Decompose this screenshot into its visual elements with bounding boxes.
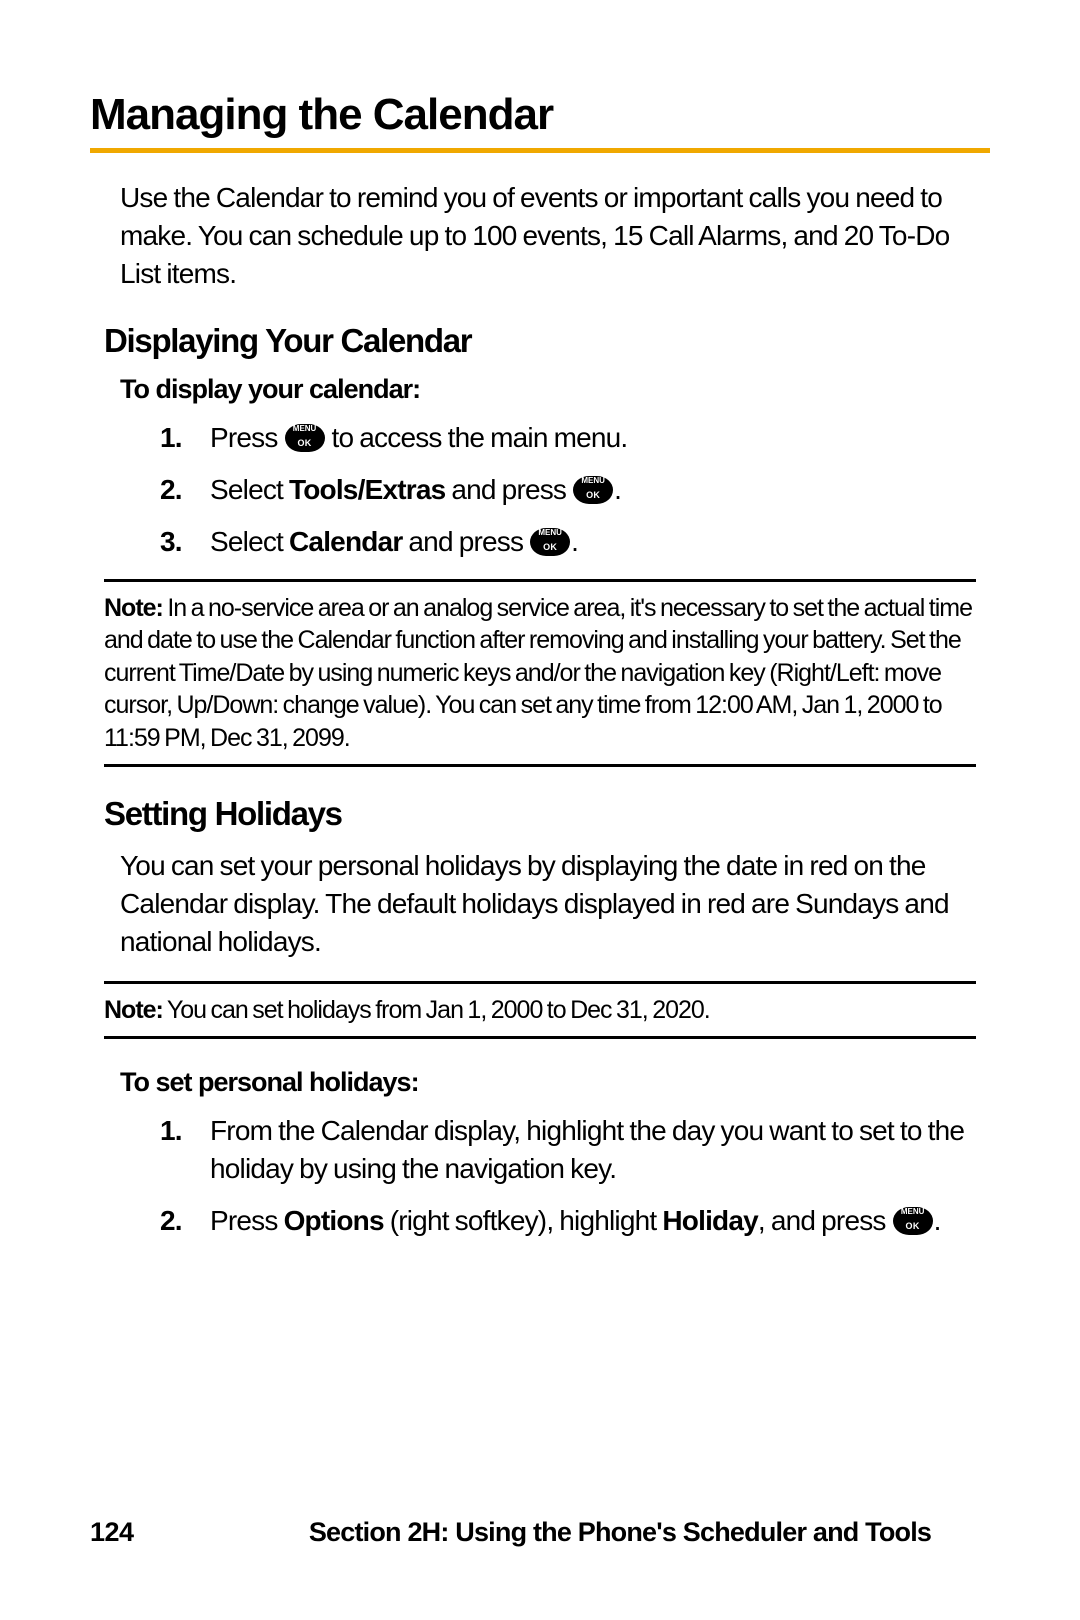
menu-ok-icon (893, 1207, 933, 1235)
step-text: . (614, 474, 621, 505)
step-bold: Holiday (662, 1205, 758, 1236)
page-number: 124 (90, 1517, 250, 1548)
page-title: Managing the Calendar (90, 90, 990, 140)
note-label: Note: (104, 594, 163, 622)
step-text: Press (210, 422, 284, 453)
note-no-service: Note: In a no-service area or an analog … (104, 579, 976, 768)
heading-displaying-calendar: Displaying Your Calendar (104, 322, 990, 360)
note-holidays-range: Note: You can set holidays from Jan 1, 2… (104, 981, 976, 1040)
steps-set-holidays: From the Calendar display, highlight the… (120, 1112, 990, 1239)
step-text: to access the main menu. (326, 422, 628, 453)
step-text: , and press (758, 1205, 892, 1236)
step-bold: Calendar (289, 526, 402, 557)
page-footer: 124 Section 2H: Using the Phone's Schedu… (90, 1517, 990, 1548)
step-text: Press (210, 1205, 284, 1236)
step-3: Select Calendar and press . (120, 523, 990, 561)
footer-section-label: Section 2H: Using the Phone's Scheduler … (250, 1517, 990, 1548)
intro-paragraph: Use the Calendar to remind you of events… (120, 179, 990, 292)
menu-ok-icon (573, 476, 613, 504)
step-text: Select (210, 474, 289, 505)
note-text: You can set holidays from Jan 1, 2000 to… (163, 996, 710, 1024)
step-text: (right softkey), highlight (384, 1205, 663, 1236)
step-text: From the Calendar display, highlight the… (210, 1115, 964, 1184)
step-2: Select Tools/Extras and press . (120, 471, 990, 509)
step-text: . (934, 1205, 941, 1236)
step-1: Press to access the main menu. (120, 419, 990, 457)
holidays-intro: You can set your personal holidays by di… (120, 847, 990, 960)
title-underline (90, 148, 990, 153)
subheading-display-calendar: To display your calendar: (120, 374, 990, 405)
step-2: Press Options (right softkey), highlight… (120, 1202, 990, 1240)
heading-setting-holidays: Setting Holidays (104, 795, 990, 833)
steps-display-calendar: Press to access the main menu. Select To… (120, 419, 990, 560)
step-text: . (571, 526, 578, 557)
step-1: From the Calendar display, highlight the… (120, 1112, 990, 1188)
menu-ok-icon (530, 528, 570, 556)
step-bold: Options (284, 1205, 384, 1236)
step-text: and press (402, 526, 529, 557)
menu-ok-icon (285, 424, 325, 452)
step-text: and press (445, 474, 572, 505)
step-text: Select (210, 526, 289, 557)
note-label: Note: (104, 996, 163, 1024)
note-text: In a no-service area or an analog servic… (104, 594, 972, 752)
step-bold: Tools/Extras (289, 474, 445, 505)
subheading-set-holidays: To set personal holidays: (120, 1067, 990, 1098)
